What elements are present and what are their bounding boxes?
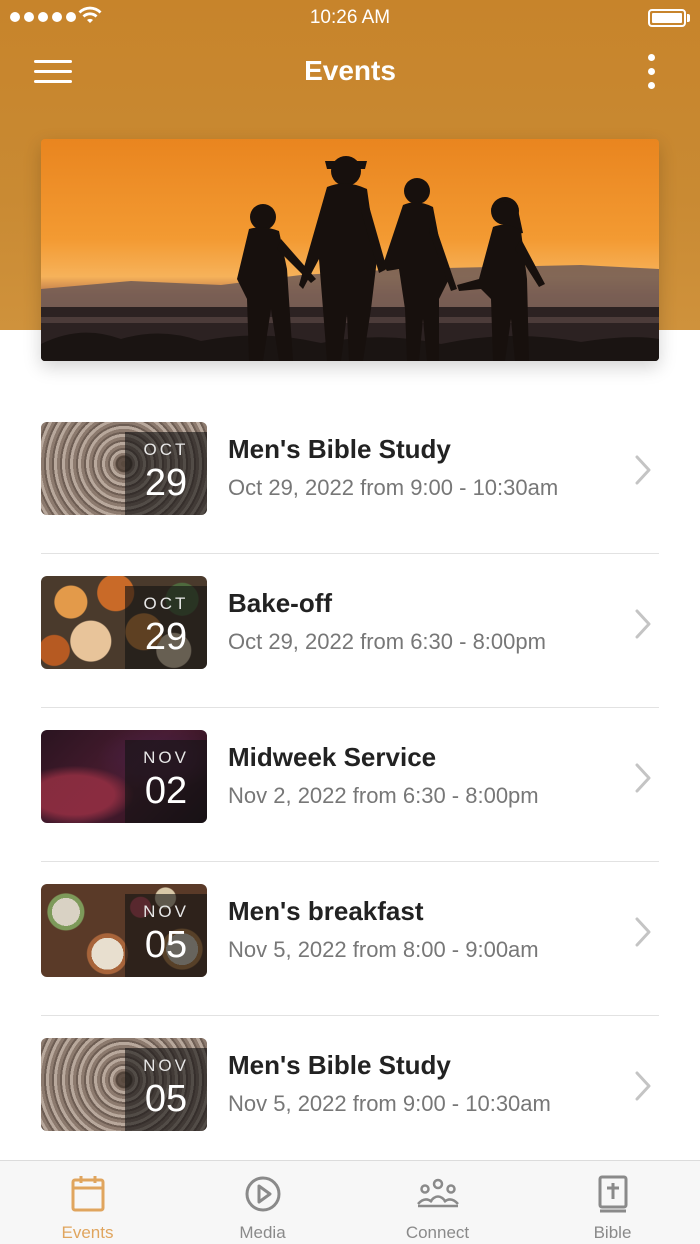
chevron-right-icon <box>635 455 651 485</box>
event-datetime: Oct 29, 2022 from 6:30 - 8:00pm <box>228 629 546 654</box>
event-datetime: Nov 2, 2022 from 6:30 - 8:00pm <box>228 783 539 808</box>
event-thumbnail: NOV 05 <box>41 1038 207 1131</box>
event-datetime: Nov 5, 2022 from 8:00 - 9:00am <box>228 937 539 962</box>
event-title: Men's breakfast <box>228 896 424 926</box>
event-row[interactable]: OCT 29 Bake-off Oct 29, 2022 from 6:30 - 8:… <box>41 554 659 708</box>
date-month: NOV <box>143 1056 189 1075</box>
tab-label: Bible <box>593 1223 632 1242</box>
event-thumbnail: OCT 29 <box>41 576 207 669</box>
hero-image <box>41 139 659 361</box>
event-row[interactable]: OCT 29 Men's Bible Study Oct 29, 2022 from … <box>41 400 659 554</box>
status-time: 10:26 AM <box>309 7 391 28</box>
event-title: Bake-off <box>228 588 333 618</box>
event-row[interactable]: NOV 05 Men's breakfast Nov 5, 2022 from 8:0… <box>41 862 659 1016</box>
event-title: Men's Bible Study <box>228 1050 451 1080</box>
tab-label: Events <box>61 1223 114 1242</box>
status-bar: 10:26 AM <box>0 0 700 36</box>
date-tile: OCT 29 <box>125 586 207 669</box>
calendar-icon <box>71 1176 104 1212</box>
event-datetime: Nov 5, 2022 from 9:00 - 10:30am <box>228 1091 551 1116</box>
date-tile: NOV 05 <box>125 894 207 977</box>
date-tile: NOV 02 <box>125 740 207 823</box>
more-vertical-icon[interactable] <box>644 54 660 90</box>
battery-icon <box>648 9 690 27</box>
date-month: NOV <box>143 902 189 921</box>
tab-bar: Events Media Connect Bible <box>0 1160 700 1244</box>
event-row[interactable]: NOV 05 Men's Bible Study Nov 5, 2022 from 9… <box>41 1016 659 1170</box>
event-row[interactable]: NOV 02 Midweek Service Nov 2, 2022 from 6:3… <box>41 708 659 862</box>
event-thumbnail: NOV 05 <box>41 884 207 977</box>
tab-label: Media <box>239 1223 286 1242</box>
event-datetime: Oct 29, 2022 from 9:00 - 10:30am <box>228 475 559 500</box>
event-thumbnail: NOV 02 <box>41 730 207 823</box>
play-circle-icon <box>245 1176 280 1212</box>
events-screen: 10:26 AM Events OCT 29 Men's Bible Study… <box>0 0 700 1244</box>
chevron-right-icon <box>635 763 651 793</box>
tab-bible[interactable]: Bible <box>525 1161 700 1244</box>
date-day: 05 <box>144 1078 188 1120</box>
date-tile: NOV 05 <box>125 1048 207 1131</box>
chevron-right-icon <box>635 917 651 947</box>
tab-label: Connect <box>405 1223 470 1242</box>
date-day: 05 <box>144 924 188 966</box>
tab-connect[interactable]: Connect <box>350 1161 525 1244</box>
event-title: Men's Bible Study <box>228 434 451 464</box>
date-month: OCT <box>143 440 189 459</box>
date-tile: OCT 29 <box>125 432 207 515</box>
date-day: 29 <box>144 462 188 504</box>
event-title: Midweek Service <box>228 742 437 772</box>
family-sunset-photo <box>41 139 659 361</box>
chevron-right-icon <box>635 609 651 639</box>
page-title: Events <box>304 55 396 86</box>
date-day: 02 <box>144 770 188 812</box>
bible-icon <box>598 1175 627 1213</box>
event-thumbnail: OCT 29 <box>41 422 207 515</box>
date-month: OCT <box>143 594 189 613</box>
group-icon <box>416 1178 459 1208</box>
tab-media[interactable]: Media <box>175 1161 350 1244</box>
date-month: NOV <box>143 748 189 767</box>
tab-events[interactable]: Events <box>0 1161 175 1244</box>
date-day: 29 <box>144 616 188 658</box>
chevron-right-icon <box>635 1071 651 1101</box>
nav-bar: Events <box>0 40 700 104</box>
